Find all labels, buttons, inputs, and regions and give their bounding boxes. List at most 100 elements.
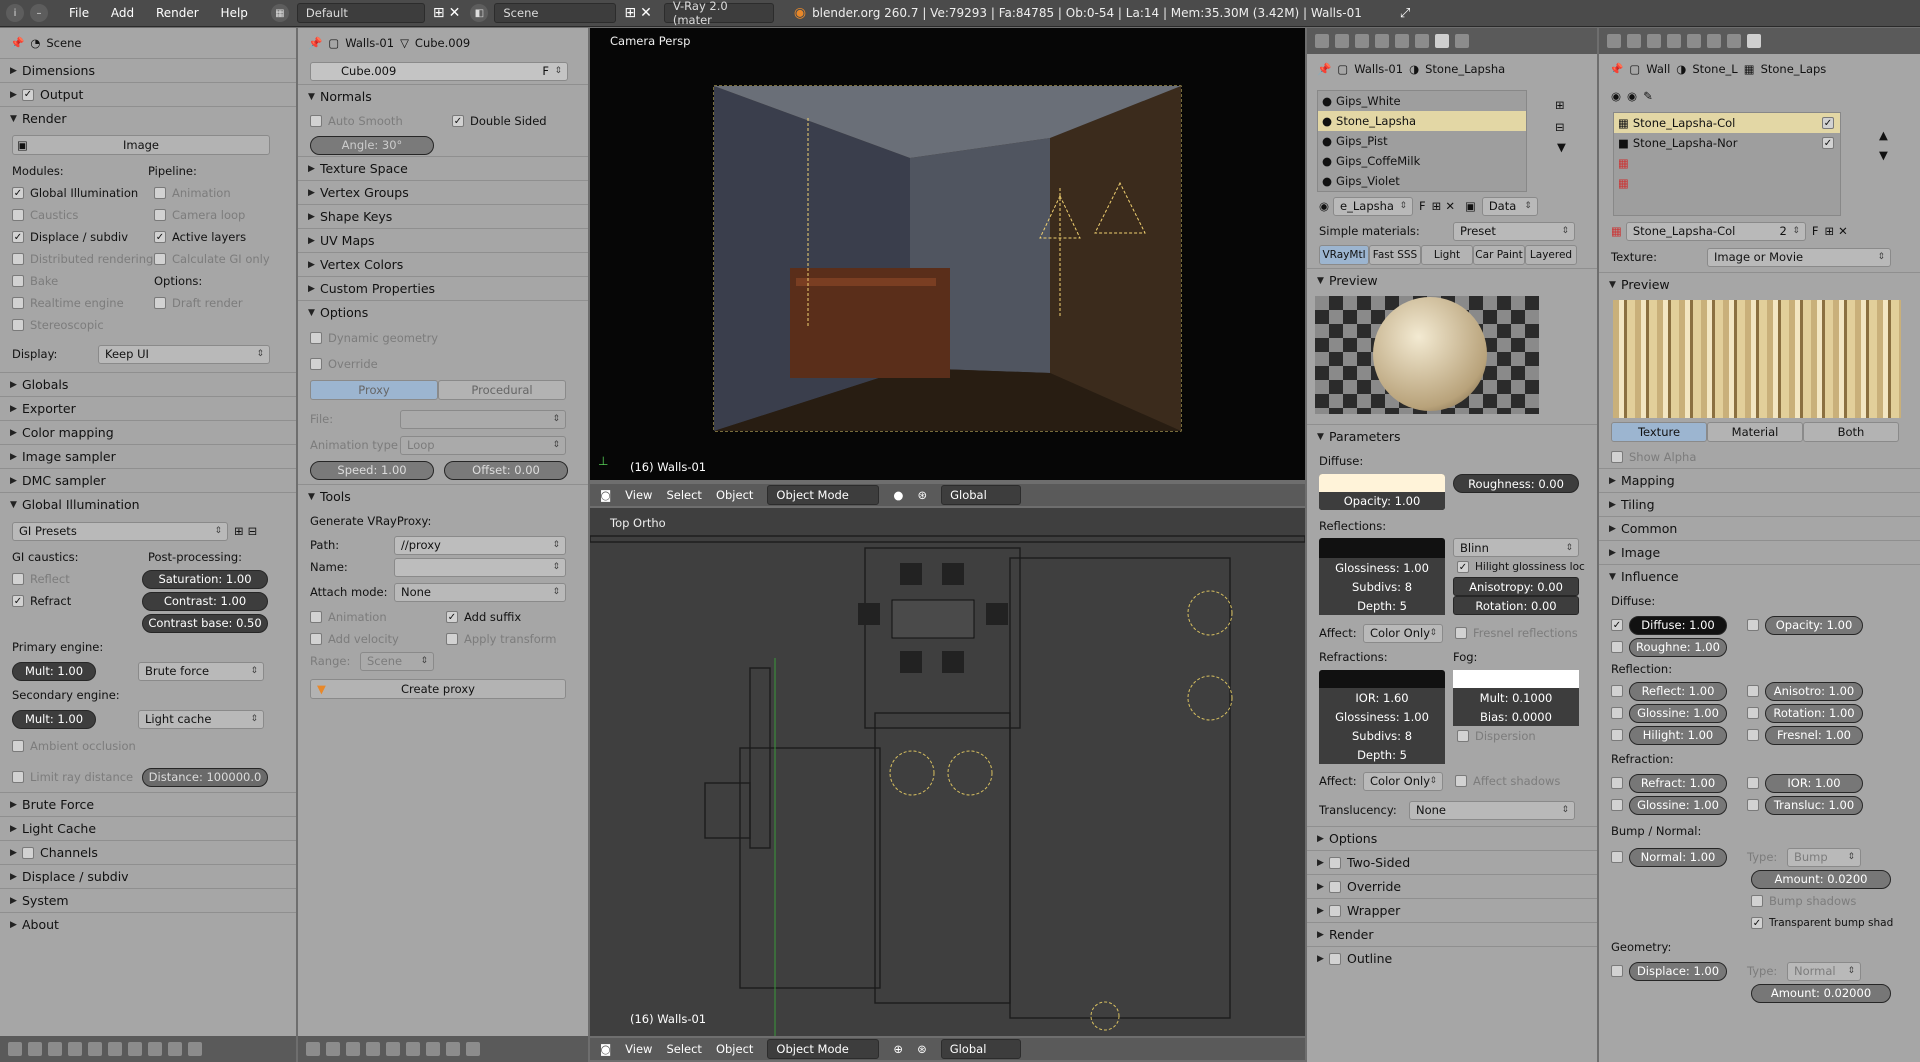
output-checkbox[interactable]: ✓ <box>22 88 34 101</box>
material-tab-icon[interactable] <box>1727 34 1741 48</box>
modifier-tab-icon[interactable] <box>128 1042 142 1056</box>
distance-field[interactable]: Distance: 100000.0 <box>142 767 268 787</box>
active-layers-checkbox[interactable]: ✓ <box>154 231 166 243</box>
link-icon[interactable]: ▣ <box>1465 199 1476 213</box>
section-tex-preview[interactable]: ▼ Preview <box>1599 272 1920 296</box>
section-brute-force[interactable]: ▶ Brute Force <box>0 792 296 816</box>
scene-field[interactable]: Scene <box>494 3 617 23</box>
texture-slot-enabled-checkbox[interactable]: ✓ <box>1822 117 1834 129</box>
show-alpha-checkbox[interactable] <box>1611 451 1623 463</box>
tex-context-brush-icon[interactable]: ✎ <box>1643 89 1653 103</box>
texture-slot-empty[interactable]: ▦ <box>1614 173 1840 193</box>
fog-color-swatch[interactable] <box>1453 670 1579 688</box>
texture-slot[interactable]: ■ Stone_Lapsha-Nor ✓ <box>1614 133 1840 153</box>
select-menu[interactable]: Select <box>666 488 701 502</box>
view-menu[interactable]: View <box>625 488 652 502</box>
section-parameters[interactable]: ▼ Parameters <box>1307 424 1597 448</box>
displace-checkbox[interactable]: ✓ <box>12 231 24 243</box>
path-field[interactable]: //proxy <box>394 535 566 555</box>
override-checkbox[interactable] <box>310 358 322 370</box>
section-common[interactable]: ▶ Common <box>1599 516 1920 540</box>
tab-vraymtl[interactable]: VRayMtl <box>1319 245 1369 265</box>
section-mapping[interactable]: ▶ Mapping <box>1599 468 1920 492</box>
brdf-select[interactable]: Blinn <box>1453 538 1579 557</box>
material-slot[interactable]: ● Gips_Violet <box>1318 171 1526 191</box>
link-select[interactable]: Data <box>1481 196 1538 216</box>
move-slot-down-icon[interactable]: ▼ <box>1879 148 1888 162</box>
material-slot[interactable]: ● Gips_Pist <box>1318 131 1526 151</box>
translucency-select[interactable]: None <box>1409 800 1575 820</box>
menu-add[interactable]: Add <box>102 6 143 20</box>
render-image-button[interactable]: ▣ Image <box>12 135 270 155</box>
pin-icon[interactable]: 📌 <box>1317 62 1331 76</box>
infl-displace-field[interactable]: Displace: 1.00 <box>1629 961 1727 981</box>
mat-override-checkbox[interactable] <box>1329 880 1341 893</box>
select-menu[interactable]: Select <box>666 1042 701 1056</box>
render-tab-icon[interactable] <box>1315 34 1329 48</box>
section-two-sided[interactable]: ▶ Two-Sided <box>1307 850 1597 874</box>
section-custom-props[interactable]: ▶ Custom Properties <box>298 276 588 300</box>
section-tiling[interactable]: ▶ Tiling <box>1599 492 1920 516</box>
camera-loop-checkbox[interactable] <box>154 209 166 221</box>
section-system[interactable]: ▶ System <box>0 888 296 912</box>
ref-subdivs-field[interactable]: Subdivs: 8 <box>1319 577 1445 596</box>
texture-slot-enabled-checkbox[interactable]: ✓ <box>1822 137 1834 149</box>
anim-type-select[interactable]: Loop <box>400 435 566 455</box>
material-slot[interactable]: ● Stone_Lapsha <box>1318 111 1526 131</box>
wrapper-checkbox[interactable] <box>1329 904 1341 917</box>
infl-ior-field[interactable]: IOR: 1.00 <box>1765 773 1863 793</box>
animation-checkbox[interactable] <box>154 187 166 199</box>
add-texture-icon[interactable]: ⊞ <box>1825 224 1835 238</box>
infl-roughness-checkbox[interactable] <box>1611 641 1623 653</box>
object-menu[interactable]: Object <box>716 1042 753 1056</box>
gi-module-checkbox[interactable]: ✓ <box>12 187 24 199</box>
texture-fake-user[interactable]: F <box>1812 224 1819 238</box>
add-scene-icon[interactable]: ⊞ <box>624 5 636 21</box>
tex-tab-texture[interactable]: Texture <box>1611 422 1707 442</box>
roughness-field[interactable]: Roughness: 0.00 <box>1453 474 1579 493</box>
infl-gloss-field[interactable]: Glossine: 1.00 <box>1629 703 1727 723</box>
section-image[interactable]: ▶ Image <box>1599 540 1920 564</box>
data-tab-icon[interactable] <box>1707 34 1721 48</box>
world-tab-icon[interactable] <box>1355 34 1369 48</box>
refr-depth-field[interactable]: Depth: 5 <box>1319 745 1445 764</box>
layout-field[interactable]: Default <box>296 3 425 23</box>
secondary-mult-field[interactable]: Mult: 1.00 <box>12 709 96 729</box>
tex-context-world-icon[interactable]: ◉ <box>1627 89 1637 103</box>
infl-diffuse-checkbox[interactable]: ✓ <box>1611 619 1623 631</box>
material-slot[interactable]: ● Gips_White <box>1318 91 1526 111</box>
section-uv-maps[interactable]: ▶ UV Maps <box>298 228 588 252</box>
texture-browse-icon[interactable]: ▦ <box>1611 224 1622 238</box>
section-tools[interactable]: ▼ Tools <box>298 484 588 508</box>
refr-affect-select[interactable]: Color Only <box>1363 771 1443 791</box>
tex-tab-both[interactable]: Both <box>1803 422 1899 442</box>
add-suffix-checkbox[interactable]: ✓ <box>446 611 458 623</box>
camera-viewport[interactable]: Camera Persp ⊥ (16) Walls-01 <box>590 28 1305 480</box>
menu-render[interactable]: Render <box>147 6 208 20</box>
move-slot-up-icon[interactable]: ▲ <box>1879 128 1888 142</box>
material-name-field[interactable]: e_Lapsha <box>1333 196 1414 216</box>
material-tab-icon[interactable] <box>446 1042 460 1056</box>
menu-file[interactable]: File <box>60 6 98 20</box>
render-tab-icon[interactable] <box>326 1042 340 1056</box>
transparent-bump-checkbox[interactable]: ✓ <box>1751 917 1763 929</box>
material-tab-icon[interactable] <box>1435 34 1449 48</box>
menu-help[interactable]: Help <box>212 6 257 20</box>
name-field[interactable] <box>394 557 566 577</box>
fog-bias-field[interactable]: Bias: 0.0000 <box>1453 707 1579 726</box>
world-tab-icon[interactable] <box>1647 34 1661 48</box>
fog-mult-field[interactable]: Mult: 0.1000 <box>1453 688 1579 707</box>
object-menu[interactable]: Object <box>716 488 753 502</box>
section-override[interactable]: ▶ Override <box>1307 874 1597 898</box>
data-tab-icon[interactable] <box>426 1042 440 1056</box>
infl-refract-field[interactable]: Refract: 1.00 <box>1629 773 1727 793</box>
geo-amount-field[interactable]: Amount: 0.02000 <box>1751 983 1891 1003</box>
contrast-field[interactable]: Contrast: 1.00 <box>142 591 268 611</box>
material-tab-icon[interactable] <box>168 1042 182 1056</box>
render-engine-select[interactable]: V-Ray 2.0 (mater <box>663 0 774 27</box>
texture-name-field[interactable]: Stone_Lapsha-Col 2 <box>1625 221 1806 241</box>
infl-ior-checkbox[interactable] <box>1747 777 1759 789</box>
texture-slot[interactable]: ▦ Stone_Lapsha-Col ✓ <box>1614 113 1840 133</box>
preset-select[interactable]: Preset <box>1453 221 1575 241</box>
add-preset-icon[interactable]: ⊞ <box>234 524 244 538</box>
